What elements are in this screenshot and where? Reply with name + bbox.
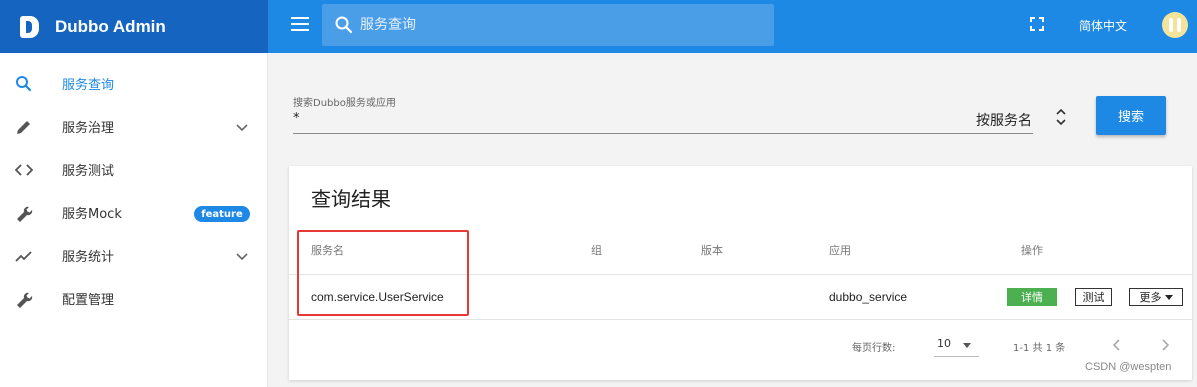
sidebar-item-config[interactable]: 配置管理 <box>0 277 268 320</box>
sidebar-item-label: 服务统计 <box>62 250 115 265</box>
column-header-group[interactable]: 组 <box>591 242 602 258</box>
chevron-left-icon[interactable] <box>1111 338 1121 352</box>
fullscreen-icon[interactable] <box>1030 17 1044 31</box>
row-divider <box>289 319 1192 320</box>
rows-per-page-underline <box>934 356 979 357</box>
results-title: 查询结果 <box>311 187 391 211</box>
sidebar-item-label: 服务Mock <box>62 207 122 222</box>
search-field-input[interactable]: * <box>293 111 300 126</box>
chevron-right-icon[interactable] <box>1161 338 1171 352</box>
sidebar-item-label: 配置管理 <box>62 293 115 308</box>
app-title: Dubbo Admin <box>55 16 166 36</box>
detail-button[interactable]: 详情 <box>1007 288 1057 306</box>
feature-badge: feature <box>194 206 250 222</box>
search-field-label: 搜索Dubbo服务或应用 <box>293 98 396 109</box>
avatar[interactable] <box>1162 12 1188 38</box>
chevron-down-icon <box>236 123 248 131</box>
dubbo-logo-icon <box>20 15 39 38</box>
wrench-icon <box>17 206 33 222</box>
unfold-icon[interactable] <box>1054 106 1068 128</box>
watermark: CSDN @wespten <box>1085 361 1172 373</box>
column-header-actions: 操作 <box>1021 244 1043 257</box>
sidebar-item-service-stats[interactable]: 服务统计 <box>0 234 268 277</box>
more-button[interactable]: 更多 <box>1129 288 1183 306</box>
search-field-underline <box>293 133 1033 134</box>
sidebar-item-label: 服务治理 <box>62 121 115 136</box>
sidebar-item-label: 服务查询 <box>62 78 115 93</box>
header-search-input[interactable] <box>360 17 760 33</box>
search-icon <box>335 16 353 34</box>
rows-per-page-select[interactable]: 10 <box>937 337 951 350</box>
cell-service-name: com.service.UserService <box>311 290 444 304</box>
code-icon <box>14 163 34 176</box>
sidebar: 服务查询 服务治理 服务测试 服务Mock 服务统计 配置管理 feature <box>0 53 268 387</box>
results-card: 查询结果 服务名 组 版本 应用 操作 com.service.UserServ… <box>289 166 1192 380</box>
sidebar-item-service-query[interactable]: 服务查询 <box>0 62 268 105</box>
sidebar-item-service-test[interactable]: 服务测试 <box>0 148 268 191</box>
chevron-down-icon <box>236 252 248 260</box>
cell-application: dubbo_service <box>829 290 908 304</box>
rows-per-page-label: 每页行数: <box>852 343 896 354</box>
column-header-service[interactable]: 服务名 <box>311 242 344 258</box>
caret-down-icon[interactable] <box>963 343 971 348</box>
wrench-icon <box>17 292 33 308</box>
pencil-icon <box>17 120 30 134</box>
sidebar-item-service-governance[interactable]: 服务治理 <box>0 105 268 148</box>
column-header-version[interactable]: 版本 <box>701 242 723 258</box>
header-divider <box>289 274 1192 275</box>
search-button[interactable]: 搜索 <box>1096 96 1166 135</box>
test-button[interactable]: 测试 <box>1075 288 1112 306</box>
brand: Dubbo Admin <box>0 0 268 53</box>
search-icon <box>16 75 32 91</box>
sidebar-item-label: 服务测试 <box>62 164 115 179</box>
menu-icon[interactable] <box>291 17 309 31</box>
header-search[interactable] <box>322 4 774 46</box>
column-header-application[interactable]: 应用 <box>829 242 851 258</box>
pagination-range: 1-1 共 1 条 <box>1013 343 1066 354</box>
caret-down-icon <box>1164 294 1173 300</box>
more-button-label: 更多 <box>1139 291 1162 304</box>
trending-icon <box>15 250 32 262</box>
search-type-select[interactable]: 按服务名 <box>976 110 1032 130</box>
language-switcher[interactable]: 简体中文 <box>1079 17 1127 34</box>
top-app-bar: Dubbo Admin 简体中文 <box>0 0 1197 53</box>
